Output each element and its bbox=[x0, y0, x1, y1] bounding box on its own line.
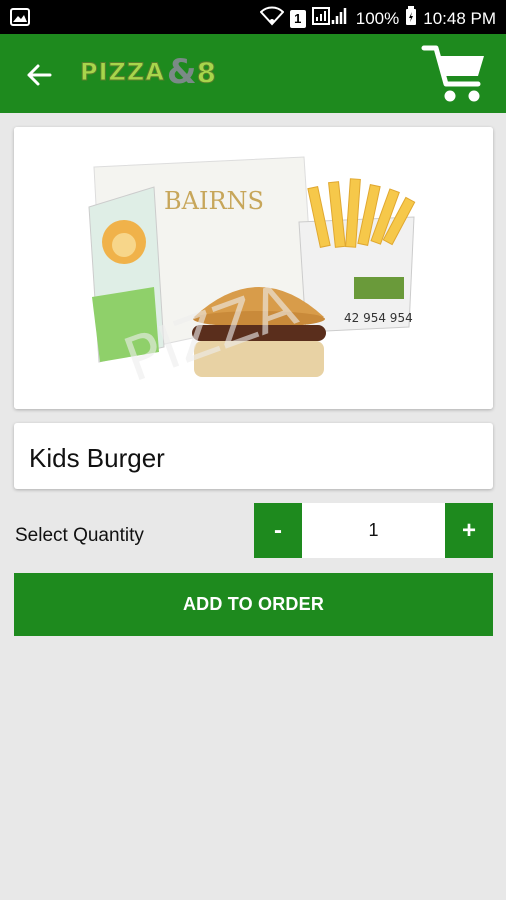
add-to-order-button[interactable]: ADD TO ORDER bbox=[14, 573, 493, 636]
logo-ampersand: & bbox=[166, 52, 197, 92]
box-phone: 42 954 954 bbox=[344, 311, 413, 325]
arrow-left-icon bbox=[27, 64, 52, 86]
product-name: Kids Burger bbox=[29, 443, 165, 473]
quantity-field[interactable]: 1 bbox=[302, 503, 445, 558]
product-title-card: Kids Burger bbox=[14, 423, 493, 489]
decrease-quantity-button[interactable]: - bbox=[254, 503, 302, 558]
status-bar: 1 100% 10:48 PM bbox=[0, 0, 506, 34]
product-image-card: BAIRNS 42 954 954 PIZZA bbox=[14, 127, 493, 409]
box-text: BAIRNS bbox=[164, 187, 264, 215]
app-logo: PIZZA & 8 bbox=[80, 52, 217, 92]
battery-icon bbox=[405, 6, 417, 31]
app-bar: PIZZA & 8 bbox=[0, 34, 506, 113]
logo-number: 8 bbox=[196, 55, 217, 89]
battery-percent: 100% bbox=[355, 8, 400, 28]
product-image: BAIRNS 42 954 954 PIZZA bbox=[14, 127, 493, 409]
wifi-icon bbox=[259, 6, 285, 31]
signal-icon bbox=[311, 6, 350, 31]
clock: 10:48 PM bbox=[423, 8, 496, 28]
increase-quantity-button[interactable]: + bbox=[445, 503, 493, 558]
sim-icon: 1 bbox=[289, 9, 306, 28]
logo-text: PIZZA bbox=[80, 58, 165, 87]
gallery-notification-icon bbox=[10, 8, 30, 31]
quantity-label: Select Quantity bbox=[15, 525, 144, 546]
back-button[interactable] bbox=[22, 58, 56, 92]
cart-button[interactable] bbox=[420, 42, 490, 106]
sim-badge: 1 bbox=[294, 11, 302, 26]
shopping-cart-icon bbox=[421, 45, 484, 102]
